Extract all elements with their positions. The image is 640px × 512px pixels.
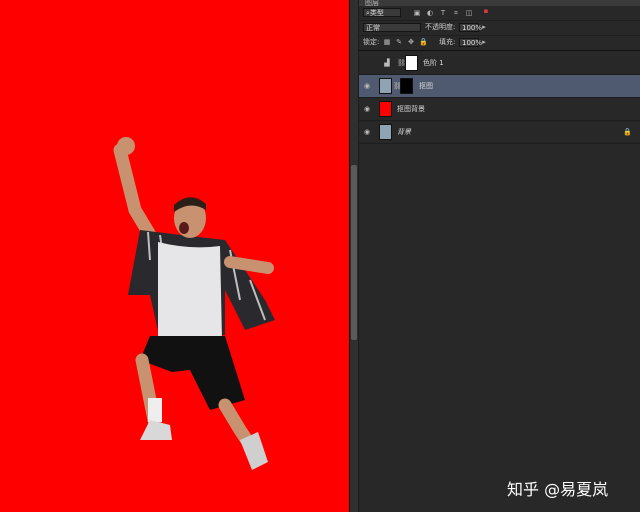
layer-row-cutout-background[interactable]: ◉ 抠图背景 [359,98,640,121]
fill-label: 填充: [439,38,456,46]
lock-icon: 🔒 [623,128,632,136]
visibility-icon[interactable] [364,59,372,67]
pixel-filter-icon[interactable]: ▣ [413,9,421,17]
layer-mask-thumbnail[interactable] [400,78,413,94]
link-icon[interactable]: ⛓ [397,59,406,67]
lock-row: 锁定: ▦ ✎ ✥ 🔒 填充: 100% ▸ [359,36,640,51]
lock-move-icon[interactable]: ✥ [407,38,415,46]
layer-name[interactable]: 色阶 1 [423,59,444,67]
layer-thumbnail[interactable] [379,101,392,117]
lock-brush-icon[interactable]: ✎ [395,38,403,46]
visibility-eye-icon[interactable]: ◉ [364,82,372,90]
shape-filter-icon[interactable]: ⌗ [452,9,460,17]
lock-all-icon[interactable]: 🔒 [419,38,428,46]
layer-mask-thumbnail[interactable] [405,55,418,71]
layer-name[interactable]: 背景 [397,128,411,136]
lock-label: 锁定: [363,38,380,46]
opacity-label: 不透明度: [425,23,456,31]
scrollbar-thumb[interactable] [351,165,357,340]
layer-row-background[interactable]: ◉ 背景 🔒 [359,121,640,144]
type-filter-icon[interactable]: T [439,9,447,17]
layer-name[interactable]: 抠图 [419,82,433,90]
layer-thumbnail[interactable] [379,124,392,140]
layer-row-levels[interactable]: ▟ ⛓ 色阶 1 [359,52,640,75]
layer-name[interactable]: 抠图背景 [397,105,425,113]
smart-object-filter-icon[interactable]: ◫ [465,9,473,17]
fill-input[interactable]: 100% [459,38,482,47]
layer-filter-row: ⌕类型 ▣ ◐ T ⌗ ◫ ▪ [359,6,640,21]
fill-dropdown-icon[interactable]: ▸ [480,38,488,46]
watermark-text: 知乎 @易夏岚 [507,480,609,499]
blend-row: 正常 不透明度: 100% ▸ [359,21,640,36]
layer-list: ▟ ⛓ 色阶 1 ◉ ⛓ 抠图 ◉ 抠图背景 ◉ 背景 🔒 [359,52,640,144]
opacity-dropdown-icon[interactable]: ▸ [480,23,488,31]
document-canvas[interactable] [0,0,349,512]
lock-transparent-icon[interactable]: ▦ [383,38,391,46]
opacity-input[interactable]: 100% [459,23,482,32]
layer-row-cutout[interactable]: ◉ ⛓ 抠图 [359,75,640,98]
jumping-man-image [113,137,275,470]
filter-kind-label: 类型 [369,9,384,17]
filter-toggle-icon[interactable]: ▪ [482,7,490,15]
visibility-eye-icon[interactable]: ◉ [364,128,372,136]
blend-mode-select[interactable]: 正常 [363,23,421,32]
adjustment-filter-icon[interactable]: ◐ [426,9,434,17]
layers-panel: 图层 ⌕类型 ▣ ◐ T ⌗ ◫ ▪ 正常 不透明度: 100% ▸ 锁定: ▦… [358,0,640,512]
levels-adjustment-icon: ▟ [384,59,390,67]
layer-thumbnail[interactable] [379,78,392,94]
filter-kind-select[interactable]: ⌕类型 [363,8,401,17]
visibility-eye-icon[interactable]: ◉ [364,105,372,113]
